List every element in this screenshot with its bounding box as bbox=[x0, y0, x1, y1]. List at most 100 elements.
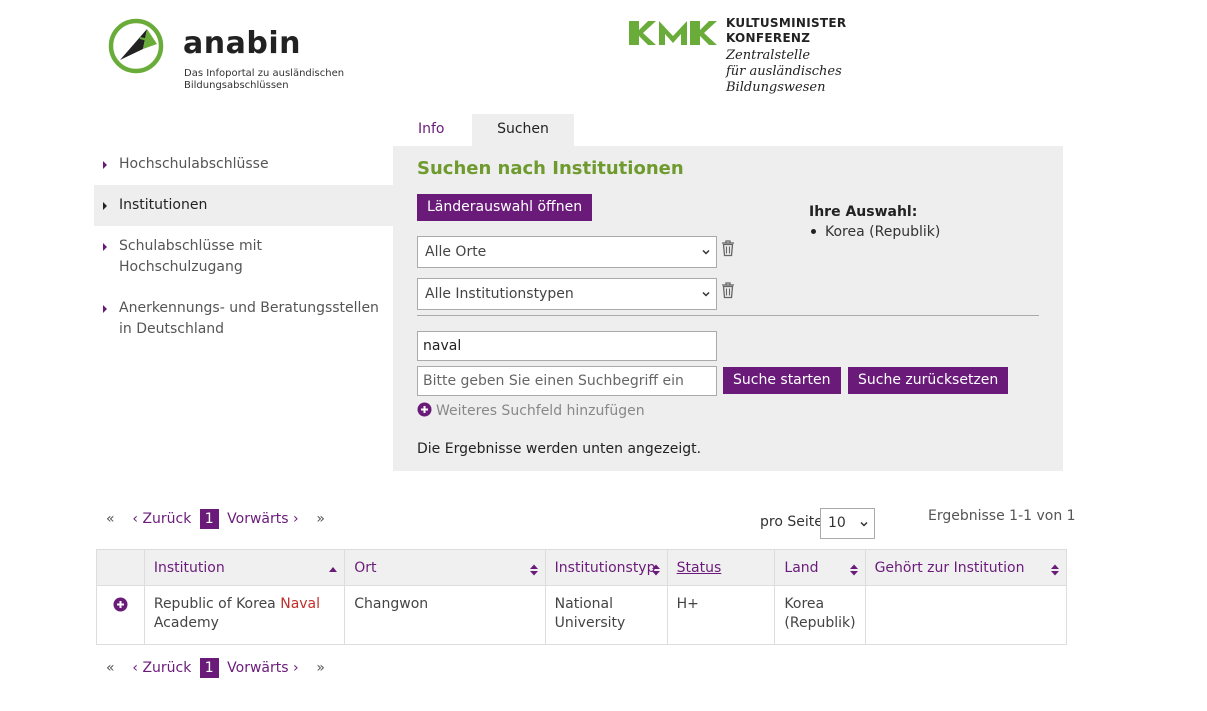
institutionstyp-line: University bbox=[554, 615, 626, 631]
land-line: (Republik) bbox=[784, 615, 856, 631]
pager-last[interactable]: » bbox=[316, 660, 325, 676]
pager-next[interactable]: Vorwärts › bbox=[227, 511, 298, 527]
anabin-tagline-line-1: Das Infoportal zu ausländischen bbox=[184, 68, 345, 79]
sort-icon bbox=[1051, 564, 1059, 576]
cell-gehoert bbox=[864, 585, 1068, 645]
sidebar-item-schulabschluesse[interactable]: Schulabschlüsse mit Hochschulzugang bbox=[94, 226, 393, 288]
caret-right-icon bbox=[103, 202, 107, 210]
caret-right-icon bbox=[103, 305, 107, 313]
pager-current: 1 bbox=[199, 509, 219, 529]
institution-name-part: Republic of Korea bbox=[153, 596, 276, 612]
search-match-highlight: Naval bbox=[280, 596, 321, 612]
column-header-institutionstyp[interactable]: Institutionstyp bbox=[544, 549, 668, 586]
search-input-1[interactable] bbox=[417, 331, 717, 361]
sidebar-item-institutionen[interactable]: Institutionen bbox=[94, 185, 393, 226]
column-header-land[interactable]: Land bbox=[774, 549, 866, 586]
column-header-ort[interactable]: Ort bbox=[344, 549, 546, 586]
per-page-select[interactable]: 10 bbox=[820, 508, 875, 539]
column-header-label: Institutionstyp bbox=[554, 559, 656, 576]
results-table: Institution Ort Institutionstyp Status L… bbox=[96, 549, 1068, 645]
sidebar-item-anerkennungsstellen[interactable]: Anerkennungs- und Beratungsstellen in De… bbox=[94, 288, 393, 350]
trash-icon[interactable] bbox=[720, 281, 736, 299]
search-start-button[interactable]: Suche starten bbox=[723, 367, 841, 394]
pager-last[interactable]: » bbox=[316, 511, 325, 527]
pager-next[interactable]: Vorwärts › bbox=[227, 660, 298, 676]
anabin-logo[interactable]: anabin Das Infoportal zu ausländischen B… bbox=[107, 16, 347, 96]
kmk-subtitle-line-2: für ausländisches bbox=[726, 64, 842, 79]
cell-institutionstyp: National University bbox=[544, 585, 668, 645]
sort-ascending-icon bbox=[329, 567, 338, 572]
caret-right-icon bbox=[103, 161, 107, 169]
pager-current: 1 bbox=[199, 658, 219, 678]
sidebar-item-label: Anerkennungs- und Beratungsstellen in De… bbox=[119, 300, 379, 337]
trash-icon[interactable] bbox=[720, 239, 736, 257]
institution-name-part: Academy bbox=[153, 615, 219, 631]
cell-status: H+ bbox=[666, 585, 776, 645]
cell-ort: Changwon bbox=[344, 585, 546, 645]
column-header-gehoert[interactable]: Gehört zur Institution bbox=[864, 549, 1068, 586]
expand-cell bbox=[96, 585, 145, 645]
column-header-status[interactable]: Status bbox=[666, 549, 776, 586]
cell-institution: Republic of Korea Naval Academy bbox=[143, 585, 346, 645]
land-line: Korea bbox=[784, 596, 825, 612]
sort-icon bbox=[651, 564, 660, 576]
sidebar-nav: Hochschulabschlüsse Institutionen Schula… bbox=[94, 144, 393, 350]
column-header-institution[interactable]: Institution bbox=[143, 549, 346, 586]
kmk-subtitle: Zentralstelle für ausländisches Bildungs… bbox=[726, 48, 842, 96]
tab-info[interactable]: Info bbox=[405, 114, 471, 146]
chevron-down-icon bbox=[860, 521, 868, 527]
column-header-label: Status bbox=[676, 559, 722, 576]
caret-right-icon bbox=[103, 243, 107, 251]
anabin-wordmark: anabin bbox=[183, 26, 301, 61]
sidebar-item-label: Schulabschlüsse mit Hochschulzugang bbox=[119, 238, 262, 275]
pager-prev[interactable]: ‹ Zurück bbox=[132, 660, 191, 676]
chevron-down-icon bbox=[702, 291, 710, 297]
kmk-subtitle-line-3: Bildungswesen bbox=[726, 80, 826, 95]
selection-item-label: Korea (Republik) bbox=[825, 224, 941, 240]
cell-land: Korea (Republik) bbox=[774, 585, 866, 645]
pager-first[interactable]: « bbox=[106, 511, 115, 527]
anabin-tagline: Das Infoportal zu ausländischen Bildungs… bbox=[184, 68, 354, 92]
column-header-label: Gehört zur Institution bbox=[874, 559, 1025, 576]
column-header-label: Ort bbox=[354, 559, 377, 576]
institutionstyp-line: National bbox=[554, 596, 614, 612]
pager-prev[interactable]: ‹ Zurück bbox=[132, 511, 191, 527]
result-count: Ergebnisse 1-1 von 1 bbox=[928, 508, 1076, 524]
kmk-subtitle-line-1: Zentralstelle bbox=[726, 48, 811, 63]
search-panel: Suchen nach Institutionen Länderauswahl … bbox=[393, 146, 1063, 471]
orte-select[interactable]: Alle Orte bbox=[417, 236, 717, 268]
kmk-logo[interactable]: KULTUSMINISTER KONFERENZ Zentralstelle f… bbox=[628, 16, 858, 98]
institutionstypen-select[interactable]: Alle Institutionstypen bbox=[417, 278, 717, 310]
add-search-field-label: Weiteres Suchfeld hinzufügen bbox=[436, 403, 645, 419]
kmk-logo-mark-icon bbox=[629, 21, 717, 45]
tab-suchen[interactable]: Suchen bbox=[472, 114, 574, 146]
chevron-down-icon bbox=[702, 249, 710, 255]
expand-row-icon[interactable] bbox=[113, 597, 128, 612]
expand-column-header bbox=[96, 549, 145, 586]
pager-top: « ‹ Zurück 1 Vorwärts › » bbox=[106, 509, 325, 529]
per-page-label: pro Seite bbox=[760, 514, 823, 530]
anabin-compass-logo-icon bbox=[108, 18, 164, 74]
kmk-name-line-1: KULTUSMINISTER bbox=[726, 16, 847, 30]
pager-first[interactable]: « bbox=[106, 660, 115, 676]
search-reset-button[interactable]: Suche zurücksetzen bbox=[848, 367, 1009, 394]
table-header-row: Institution Ort Institutionstyp Status L… bbox=[96, 549, 1068, 586]
selection-list: Korea (Republik) bbox=[809, 224, 940, 240]
search-panel-title: Suchen nach Institutionen bbox=[417, 158, 684, 179]
divider bbox=[417, 315, 1039, 316]
selection-title: Ihre Auswahl: bbox=[809, 204, 918, 220]
kmk-name-line-2: KONFERENZ bbox=[726, 31, 811, 45]
sidebar-item-hochschulabschluesse[interactable]: Hochschulabschlüsse bbox=[94, 144, 393, 185]
sidebar-item-label: Institutionen bbox=[119, 197, 208, 213]
add-search-field-link[interactable]: Weiteres Suchfeld hinzufügen bbox=[417, 402, 645, 419]
column-header-label: Land bbox=[784, 559, 819, 576]
institutionstypen-select-value: Alle Institutionstypen bbox=[425, 286, 574, 302]
table-row: Republic of Korea Naval Academy Changwon… bbox=[96, 585, 1068, 645]
laenderauswahl-button[interactable]: Länderauswahl öffnen bbox=[417, 194, 593, 221]
bullet-icon bbox=[811, 228, 816, 234]
search-input-2[interactable] bbox=[417, 366, 717, 396]
plus-circle-icon bbox=[417, 402, 432, 417]
orte-select-value: Alle Orte bbox=[425, 244, 487, 260]
sidebar-item-label: Hochschulabschlüsse bbox=[119, 156, 269, 172]
per-page-value: 10 bbox=[828, 515, 846, 531]
